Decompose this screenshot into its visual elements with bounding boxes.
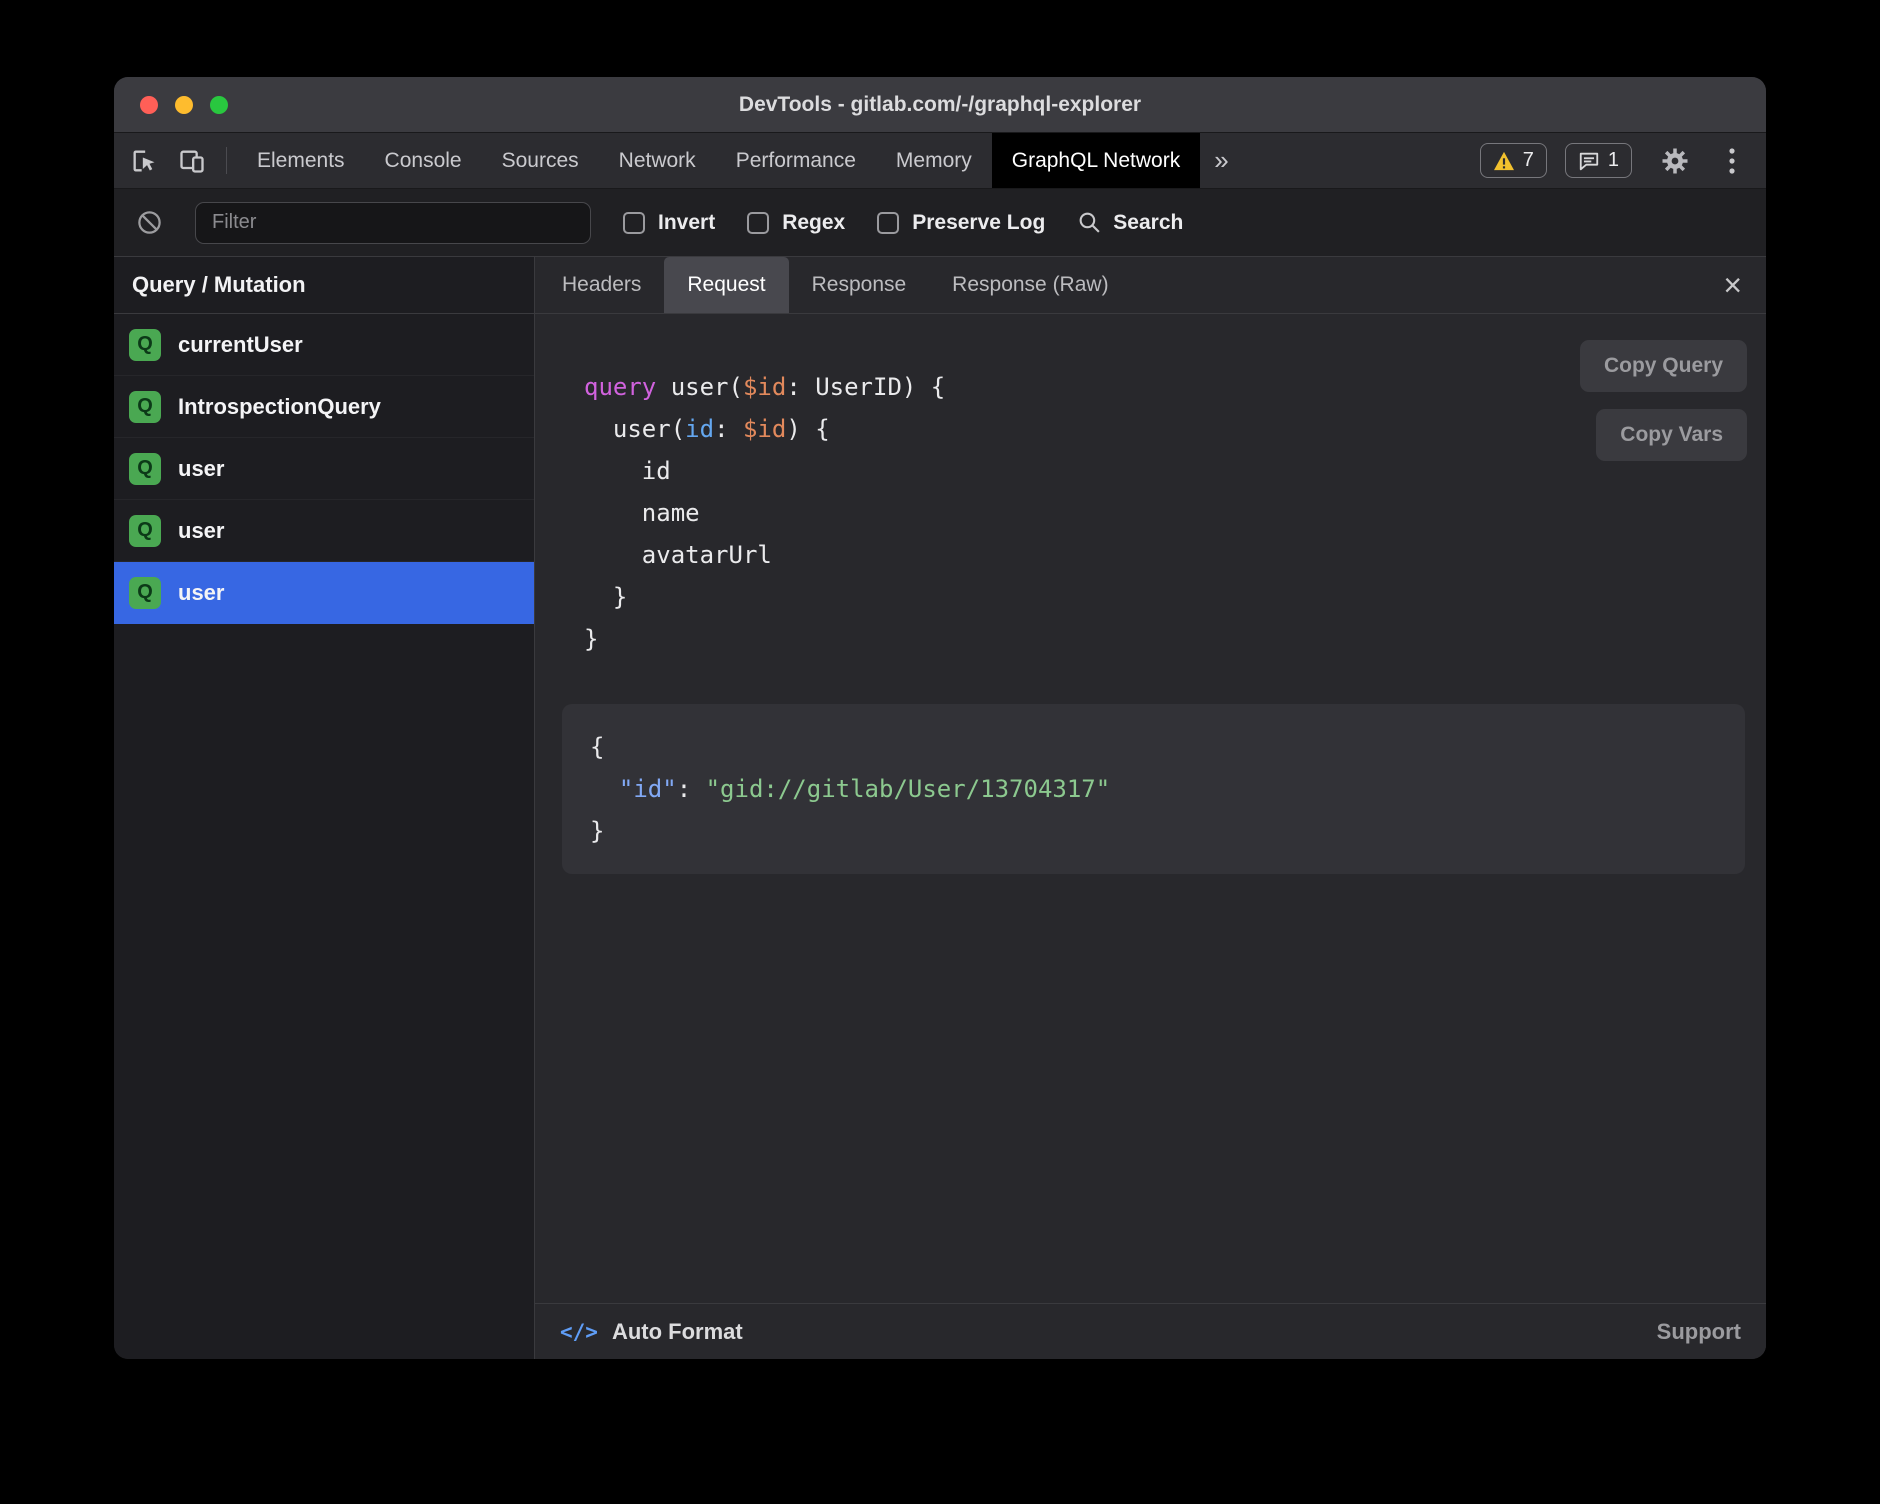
code-line: name (584, 492, 1745, 534)
inspect-element-icon[interactable] (114, 133, 168, 188)
auto-format-icon: </> (560, 1320, 598, 1344)
sidebar-item-user-3-selected[interactable]: Q user (114, 562, 534, 624)
tab-elements[interactable]: Elements (237, 133, 365, 188)
copy-buttons: Copy Query Copy Vars (1580, 340, 1747, 461)
search-label: Search (1113, 211, 1183, 235)
vars-line: { (590, 726, 1717, 768)
code-line: query user($id: UserID) { (584, 366, 1745, 408)
settings-gear-icon[interactable] (1650, 146, 1700, 176)
vars-line: "id": "gid://gitlab/User/13704317" (590, 768, 1717, 810)
main-split: Query / Mutation Q currentUser Q Introsp… (114, 257, 1766, 1359)
query-type-badge: Q (129, 515, 161, 547)
tab-sources[interactable]: Sources (482, 133, 599, 188)
traffic-lights (140, 96, 228, 114)
query-list-sidebar: Query / Mutation Q currentUser Q Introsp… (114, 257, 535, 1359)
filter-toolbar: Invert Regex Preserve Log Search (114, 189, 1766, 257)
sidebar-item-currentuser[interactable]: Q currentUser (114, 314, 534, 376)
close-panel-icon[interactable]: × (1723, 269, 1742, 301)
toolbar-divider (226, 147, 227, 174)
tab-response-raw[interactable]: Response (Raw) (929, 257, 1131, 313)
query-name: user (178, 518, 224, 544)
tab-performance[interactable]: Performance (716, 133, 876, 188)
window-title: DevTools - gitlab.com/-/graphql-explorer (114, 93, 1766, 117)
more-tabs-chevron[interactable]: » (1200, 133, 1242, 188)
support-link[interactable]: Support (1657, 1319, 1741, 1345)
invert-checkbox[interactable]: Invert (623, 211, 715, 235)
regex-checkbox[interactable]: Regex (747, 211, 845, 235)
device-toolbar-icon[interactable] (168, 133, 216, 188)
request-detail-panel: Headers Request Response Response (Raw) … (535, 257, 1766, 1359)
checkbox-box (747, 212, 769, 234)
minimize-window-button[interactable] (175, 96, 193, 114)
kebab-menu-icon[interactable] (1718, 146, 1746, 176)
copy-vars-button[interactable]: Copy Vars (1596, 409, 1747, 461)
sidebar-header: Query / Mutation (114, 257, 534, 314)
search-button[interactable]: Search (1077, 210, 1183, 235)
checkbox-box (623, 212, 645, 234)
code-line: } (584, 576, 1745, 618)
sidebar-item-user-2[interactable]: Q user (114, 500, 534, 562)
auto-format-button[interactable]: Auto Format (612, 1319, 743, 1345)
tab-console[interactable]: Console (365, 133, 482, 188)
checkbox-label: Invert (658, 211, 715, 235)
code-line: avatarUrl (584, 534, 1745, 576)
code-line: id (584, 450, 1745, 492)
search-icon (1077, 210, 1102, 235)
warnings-badge[interactable]: 7 (1480, 143, 1547, 178)
query-type-badge: Q (129, 577, 161, 609)
checkbox-label: Regex (782, 211, 845, 235)
code-line: } (584, 618, 1745, 660)
sidebar-item-introspectionquery[interactable]: Q IntrospectionQuery (114, 376, 534, 438)
query-name: currentUser (178, 332, 303, 358)
toolbar-right-cluster: 7 1 (1480, 133, 1766, 188)
graphql-query-code: query user($id: UserID) { user(id: $id) … (584, 366, 1745, 660)
filter-input[interactable] (195, 202, 591, 244)
warning-count: 7 (1523, 149, 1534, 172)
query-name: IntrospectionQuery (178, 394, 381, 420)
checkbox-box (877, 212, 899, 234)
tab-headers[interactable]: Headers (539, 257, 664, 313)
title-bar: DevTools - gitlab.com/-/graphql-explorer (114, 77, 1766, 133)
request-content: Copy Query Copy Vars query user($id: Use… (535, 314, 1766, 1303)
tab-network[interactable]: Network (599, 133, 716, 188)
warning-triangle-icon (1493, 151, 1515, 171)
checkbox-label: Preserve Log (912, 211, 1045, 235)
tab-request[interactable]: Request (664, 257, 788, 313)
issues-count: 1 (1608, 149, 1619, 172)
devtools-tab-bar: Elements Console Sources Network Perform… (114, 133, 1766, 189)
close-window-button[interactable] (140, 96, 158, 114)
query-type-badge: Q (129, 453, 161, 485)
query-type-badge: Q (129, 391, 161, 423)
tab-graphql-network[interactable]: GraphQL Network (992, 133, 1200, 188)
detail-footer: </> Auto Format Support (535, 1303, 1766, 1359)
query-variables-box: { "id": "gid://gitlab/User/13704317" } (562, 704, 1745, 874)
message-bubble-icon (1578, 150, 1600, 172)
query-name: user (178, 456, 224, 482)
zoom-window-button[interactable] (210, 96, 228, 114)
detail-tab-bar: Headers Request Response Response (Raw) … (535, 257, 1766, 314)
vars-line: } (590, 810, 1717, 852)
preserve-log-checkbox[interactable]: Preserve Log (877, 211, 1045, 235)
tab-response[interactable]: Response (789, 257, 930, 313)
sidebar-item-user-1[interactable]: Q user (114, 438, 534, 500)
clear-icon[interactable] (136, 209, 163, 236)
query-name: user (178, 580, 224, 606)
issues-badge[interactable]: 1 (1565, 143, 1632, 178)
query-type-badge: Q (129, 329, 161, 361)
code-line: user(id: $id) { (584, 408, 1745, 450)
devtools-window: DevTools - gitlab.com/-/graphql-explorer… (114, 77, 1766, 1359)
tab-memory[interactable]: Memory (876, 133, 992, 188)
copy-query-button[interactable]: Copy Query (1580, 340, 1747, 392)
